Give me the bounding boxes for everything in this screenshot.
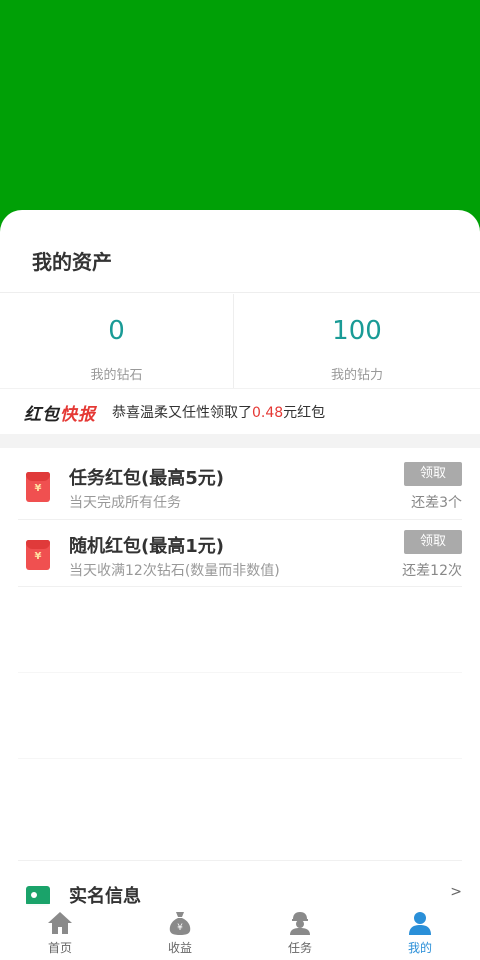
task-subtitle: 当天收满12次钻石(数量而非数值) [69, 563, 280, 579]
chevron-right-icon: > [450, 884, 462, 900]
news-amount: 0.48 [252, 405, 284, 421]
power-value: 100 [332, 316, 382, 346]
home-icon [48, 912, 72, 934]
task-subtitle: 当天完成所有任务 [69, 495, 181, 511]
news-logo: 红包快报 [24, 400, 96, 425]
news-logo-part1: 红包 [24, 405, 60, 425]
tab-earnings[interactable]: ¥ 收益 [120, 904, 240, 960]
assets-card: 我的资产 0 我的钻石 100 我的钻力 红包快报 恭喜温柔又任性领取了0.48… [0, 210, 480, 910]
diamond-label: 我的钻石 [90, 368, 143, 383]
task-remaining: 还差12次 [402, 563, 462, 579]
row-divider [18, 758, 462, 759]
section-gap [0, 434, 480, 448]
tab-home[interactable]: 首页 [0, 904, 120, 960]
diamond-stat[interactable]: 0 我的钻石 [0, 294, 233, 388]
tab-label: 收益 [167, 941, 192, 955]
tab-tasks[interactable]: 任务 [240, 904, 360, 960]
task-title: 任务红包(最高5元) [69, 468, 224, 489]
random-red-envelope-row: ¥ 随机红包(最高1元) 当天收满12次钻石(数量而非数值) 领取 还差12次 [0, 522, 480, 588]
news-text-before: 恭喜温柔又任性领取了 [112, 405, 252, 421]
row-divider [18, 672, 462, 673]
claim-button[interactable]: 领取 [404, 462, 462, 486]
section-title: 我的资产 [32, 250, 112, 274]
news-text: 恭喜温柔又任性领取了0.48元红包 [112, 402, 325, 422]
row-divider [18, 586, 462, 587]
header-background [0, 0, 480, 232]
svg-text:¥: ¥ [177, 923, 183, 933]
red-envelope-icon: ¥ [26, 472, 50, 502]
red-envelope-icon: ¥ [26, 540, 50, 570]
worker-icon [290, 912, 310, 935]
diamond-value: 0 [108, 316, 125, 346]
row-divider [18, 519, 462, 520]
task-red-envelope-row: ¥ 任务红包(最高5元) 当天完成所有任务 领取 还差3个 [0, 454, 480, 520]
claim-button[interactable]: 领取 [404, 530, 462, 554]
task-title: 随机红包(最高1元) [69, 536, 224, 557]
divider [0, 388, 480, 389]
divider [0, 292, 480, 293]
bottom-tab-bar: 首页 ¥ 收益 任务 我的 [0, 904, 480, 960]
news-ticker: 红包快报 恭喜温柔又任性领取了0.48元红包 [0, 390, 480, 434]
tab-mine[interactable]: 我的 [360, 904, 480, 960]
task-remaining: 还差3个 [411, 495, 462, 511]
tab-label: 任务 [287, 941, 312, 955]
news-text-after: 元红包 [283, 405, 326, 421]
money-bag-icon: ¥ [169, 912, 191, 935]
tab-label: 首页 [47, 941, 72, 955]
row-divider [18, 860, 462, 861]
user-icon [409, 912, 431, 935]
power-label: 我的钻力 [330, 368, 383, 383]
power-stat[interactable]: 100 我的钻力 [234, 294, 480, 388]
news-logo-part2: 快报 [60, 405, 96, 425]
tab-label: 我的 [407, 941, 432, 955]
id-card-icon [26, 886, 50, 906]
